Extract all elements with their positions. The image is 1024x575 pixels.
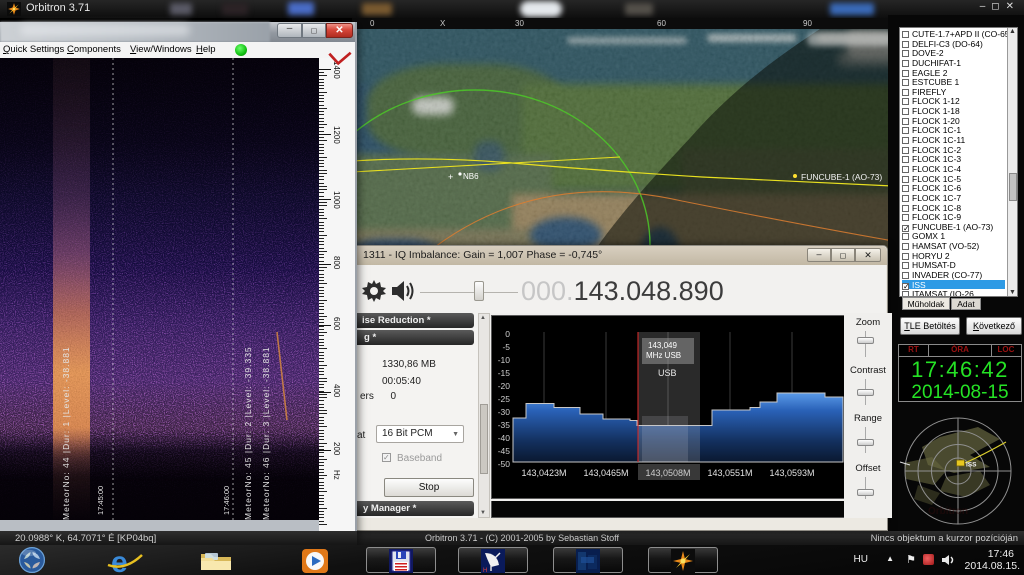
svg-text:FUNCUBE-1 (AO-73): FUNCUBE-1 (AO-73): [801, 172, 882, 182]
svg-text:143,0465M: 143,0465M: [583, 468, 628, 478]
svg-text:-20: -20: [498, 381, 511, 391]
svg-text:-45: -45: [498, 446, 511, 456]
svg-text:Orbitron: Orbitron: [928, 506, 968, 517]
svg-text:0: 0: [505, 329, 510, 339]
svg-text:-5: -5: [502, 342, 510, 352]
svg-text:MHz USB: MHz USB: [646, 351, 681, 360]
svg-text:-25: -25: [498, 394, 511, 404]
svg-text:-35: -35: [498, 420, 511, 430]
svg-text:-40: -40: [498, 433, 511, 443]
svg-text:-30: -30: [498, 407, 511, 417]
svg-text:USB: USB: [658, 368, 677, 378]
svg-text:H: H: [483, 568, 487, 573]
svg-text:ISS: ISS: [966, 462, 977, 469]
svg-text:143,0551M: 143,0551M: [707, 468, 752, 478]
svg-text:-10: -10: [498, 355, 511, 365]
svg-text:143,049: 143,049: [648, 341, 677, 350]
svg-text:143,0423M: 143,0423M: [521, 468, 566, 478]
svg-text:NB6: NB6: [463, 172, 479, 181]
svg-text:-50: -50: [498, 459, 511, 469]
svg-text:143,0593M: 143,0593M: [769, 468, 814, 478]
svg-text:+: +: [448, 172, 453, 182]
svg-text:e: e: [111, 548, 128, 574]
svg-text:-15: -15: [498, 368, 511, 378]
